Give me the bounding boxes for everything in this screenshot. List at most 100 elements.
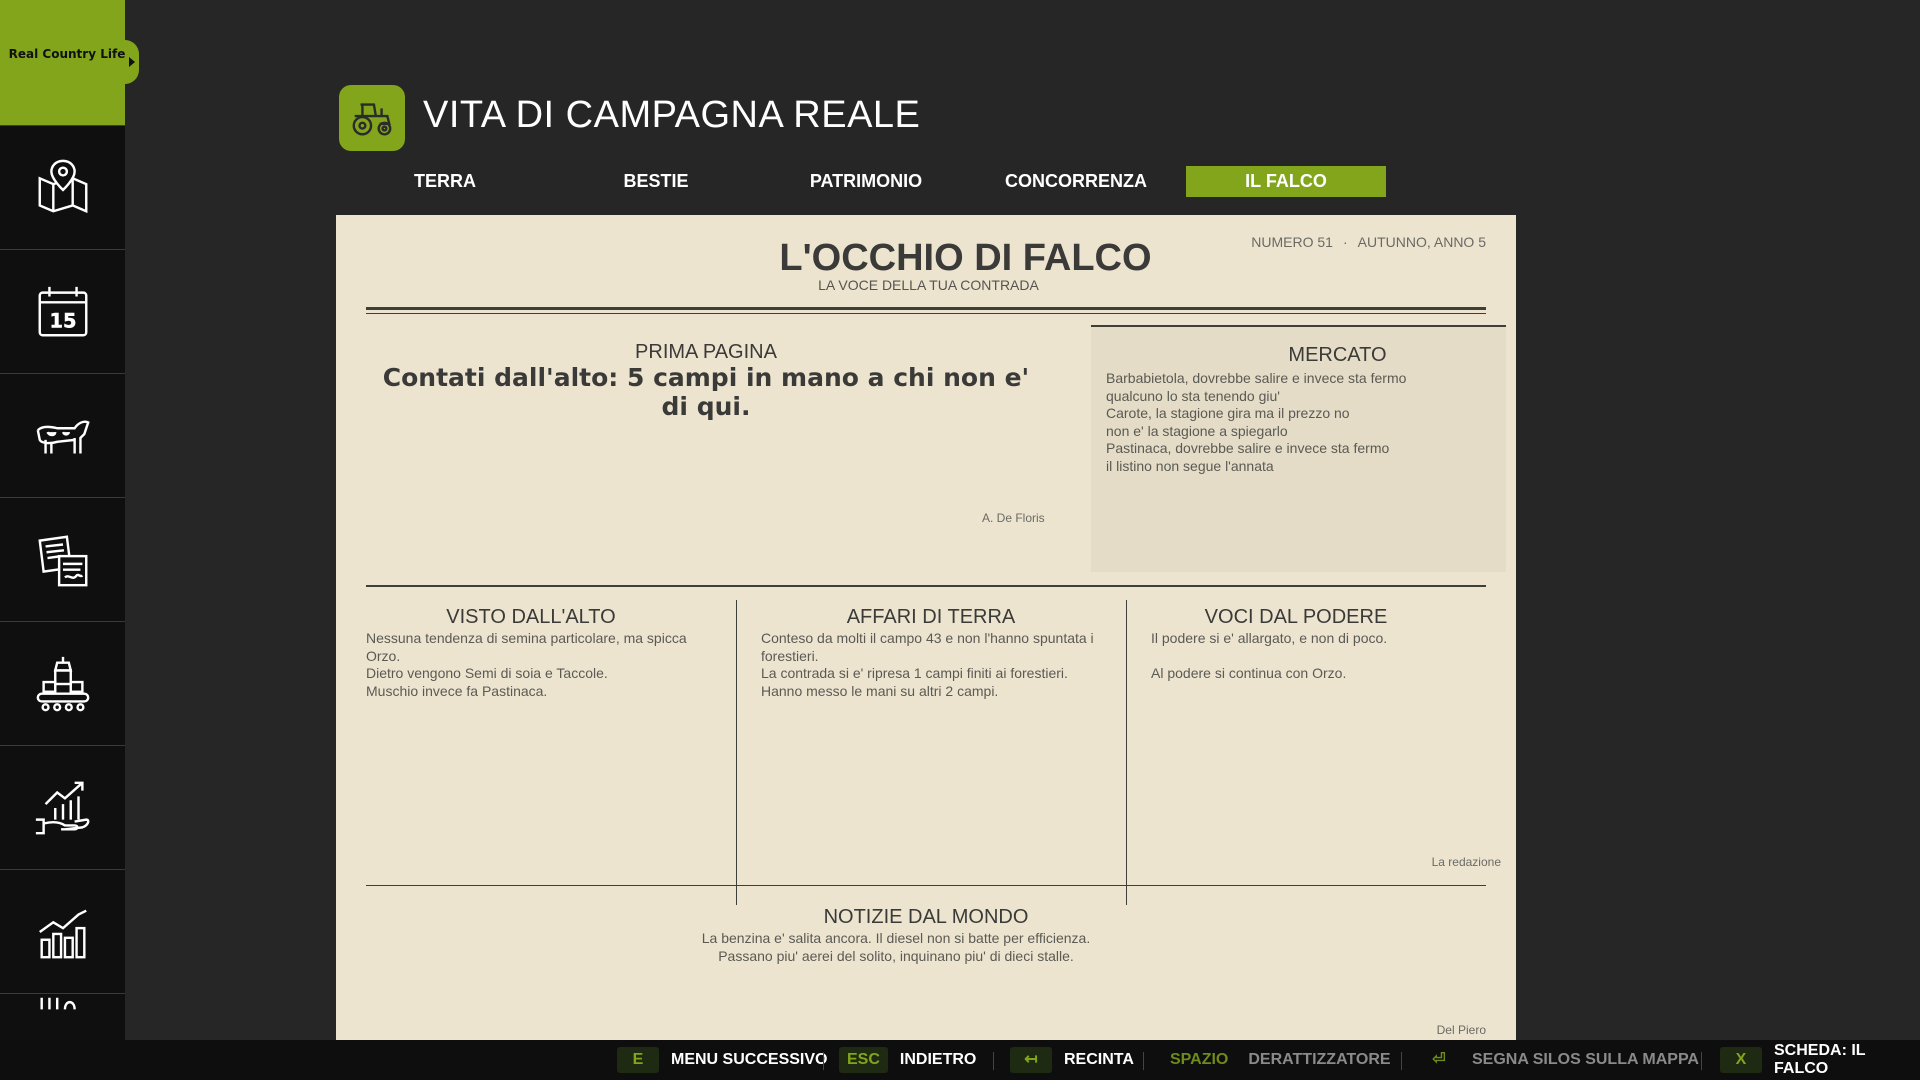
brand-logo[interactable]: Real Country Life <box>0 0 125 125</box>
voci-line: Il podere si e' allargato, e non di poco… <box>1151 630 1388 646</box>
hint-separator <box>1143 1052 1144 1070</box>
visto-heading: VISTO DALL'ALTO <box>446 606 616 628</box>
affari-list: Conteso da molti il campo 43 e non l'han… <box>761 630 1121 700</box>
tab-bestie[interactable]: BESTIE <box>556 166 756 197</box>
notizie-line: Passano piu' aerei del solito, inquinano… <box>718 947 1074 964</box>
tractor-icon <box>352 103 392 136</box>
hint-separator <box>823 1052 824 1070</box>
cow-icon <box>36 420 90 453</box>
notizie-line: La benzina e' salita ancora. Il diesel n… <box>701 930 1091 946</box>
newspaper: L'OCCHIO DI FALCO LA VOCE DELLA TUA CONT… <box>336 215 1516 1040</box>
newspaper-tagline: LA VOCE DELLA TUA CONTRADA <box>818 277 1039 293</box>
front-page-byline: A. De Floris <box>982 511 1045 525</box>
affari-heading: AFFARI DI TERRA <box>846 606 1016 628</box>
sidebar: Real Country Life 15 <box>0 0 125 1040</box>
sidebar-item-statistics[interactable] <box>0 869 125 993</box>
tab-concorrenza[interactable]: CONCORRENZA <box>976 166 1176 197</box>
market-line: qualcuno lo sta tenendo giu' <box>1106 387 1280 404</box>
input-hints-bar: E MENU SUCCESSIVO ESC INDIETRO ↤ RECINTA… <box>0 1040 1920 1080</box>
column-divider <box>736 600 737 905</box>
visto-line: Muschio invece fa Pastinaca. <box>366 682 548 699</box>
affari-line: Hanno messo le mani su altri 2 campi. <box>761 682 999 699</box>
visto-line: Dietro vengono Semi di soia e Taccole. <box>366 665 608 681</box>
key-space: SPAZIO <box>1170 1051 1229 1068</box>
hint-separator <box>1401 1052 1402 1070</box>
finance-growth-icon <box>35 781 89 834</box>
notizie-heading: NOTIZIE DAL MONDO <box>823 906 1029 928</box>
market-line: Pastinaca, dovrebbe salire e invece sta … <box>1106 440 1390 456</box>
sidebar-item-more[interactable] <box>0 993 125 1040</box>
masthead-rule-thin <box>366 313 1486 314</box>
hint-label: SEGNA SILOS SULLA MAPPA <box>1472 1051 1699 1068</box>
hint-label: INDIETRO <box>899 1051 977 1068</box>
market-line: il listino non segue l'annata <box>1106 457 1274 474</box>
hint-label: MENU SUCCESSIVO <box>671 1051 828 1068</box>
affari-line: forestieri. <box>761 647 819 664</box>
svg-text:15: 15 <box>49 309 76 332</box>
hint-next-menu[interactable]: E MENU SUCCESSIVO <box>617 1040 827 1080</box>
hint-back[interactable]: ESC INDIETRO <box>839 1040 976 1080</box>
app-title: VITA DI CAMPAGNA REALE <box>423 94 921 136</box>
market-heading: MERCATO <box>1288 344 1387 366</box>
market-line: non e' la stagione a spiegarlo <box>1106 422 1288 439</box>
visto-list: Nessuna tendenza di semina particolare, … <box>366 630 726 700</box>
chevron-right-icon <box>129 57 135 67</box>
hint-separator <box>1701 1052 1702 1070</box>
voci-line <box>1151 648 1491 666</box>
market-list: Barbabietola, dovrebbe salire e invece s… <box>1106 370 1406 475</box>
key-enter-icon: ⏎ <box>1432 1051 1446 1068</box>
notizie-byline: Del Piero <box>1436 1023 1486 1037</box>
tab-patrimonio[interactable]: PATRIMONIO <box>766 166 966 197</box>
front-page-heading: PRIMA PAGINA <box>635 341 777 363</box>
sidebar-item-documents[interactable] <box>0 497 125 621</box>
sidebar-item-finance[interactable] <box>0 745 125 869</box>
calendar-icon: 15 <box>38 286 87 336</box>
voci-line: Al podere si continua con Orzo. <box>1151 665 1347 681</box>
sidebar-collapse-tab[interactable] <box>125 40 139 84</box>
hint-rat-trap[interactable]: SPAZIO DERATTIZZATORE <box>1162 1040 1391 1080</box>
affari-line: Conteso da molti il campo 43 e non l'han… <box>761 630 1094 646</box>
tab-il-falco[interactable]: IL FALCO <box>1186 166 1386 197</box>
section-rule <box>366 585 1486 587</box>
visto-line: Nessuna tendenza di semina particolare, … <box>366 630 687 646</box>
affari-line: La contrada si e' ripresa 1 campi finiti… <box>761 665 1068 681</box>
voci-list: Il podere si e' allargato, e non di poco… <box>1151 630 1491 683</box>
voci-byline: La redazione <box>1431 855 1501 869</box>
hint-tab-falco[interactable]: X SCHEDA: IL FALCO <box>1720 1040 1920 1080</box>
market-line: Carote, la stagione gira ma il prezzo no <box>1106 405 1350 421</box>
column-divider <box>1126 600 1127 905</box>
bar-chart-icon <box>38 909 87 958</box>
hint-mark-silos[interactable]: ⏎ SEGNA SILOS SULLA MAPPA <box>1418 1040 1699 1080</box>
key-esc: ESC <box>839 1047 888 1073</box>
tractor-badge <box>339 85 405 151</box>
hint-separator <box>993 1052 994 1070</box>
key-e: E <box>617 1047 659 1073</box>
map-pin-icon <box>38 159 87 213</box>
hint-label: DERATTIZZATORE <box>1248 1051 1391 1068</box>
brand-logo-text: Real Country Life <box>8 47 125 61</box>
key-x: X <box>1720 1047 1762 1073</box>
sidebar-item-production[interactable] <box>0 621 125 745</box>
hint-fence[interactable]: ↤ RECINTA <box>1010 1040 1134 1080</box>
documents-icon <box>37 534 87 586</box>
more-icon <box>39 997 76 1010</box>
hint-label: RECINTA <box>1064 1051 1134 1068</box>
sidebar-item-calendar[interactable]: 15 <box>0 249 125 373</box>
tab-terra[interactable]: TERRA <box>345 166 545 197</box>
masthead-rule <box>366 307 1486 310</box>
issue-info: NUMERO 51 · AUTUNNO, ANNO 5 <box>1251 234 1486 250</box>
sidebar-item-map[interactable] <box>0 125 125 249</box>
sidebar-item-animals[interactable] <box>0 373 125 497</box>
voci-heading: VOCI DAL PODERE <box>1204 606 1388 628</box>
front-page-headline: Contati dall'alto: 5 campi in mano a chi… <box>382 363 1030 421</box>
market-line: Barbabietola, dovrebbe salire e invece s… <box>1106 370 1407 386</box>
visto-line: Orzo. <box>366 647 401 664</box>
market-box: MERCATO Barbabietola, dovrebbe salire e … <box>1091 325 1506 572</box>
issue-number: NUMERO 51 <box>1251 234 1333 250</box>
issue-season: AUTUNNO, ANNO 5 <box>1357 234 1486 250</box>
bottom-section-rule <box>366 885 1486 886</box>
production-icon <box>36 656 89 711</box>
notizie-list: La benzina e' salita ancora. Il diesel n… <box>366 930 1426 965</box>
hint-label: SCHEDA: IL FALCO <box>1774 1042 1866 1077</box>
key-arrow-icon: ↤ <box>1010 1047 1052 1073</box>
